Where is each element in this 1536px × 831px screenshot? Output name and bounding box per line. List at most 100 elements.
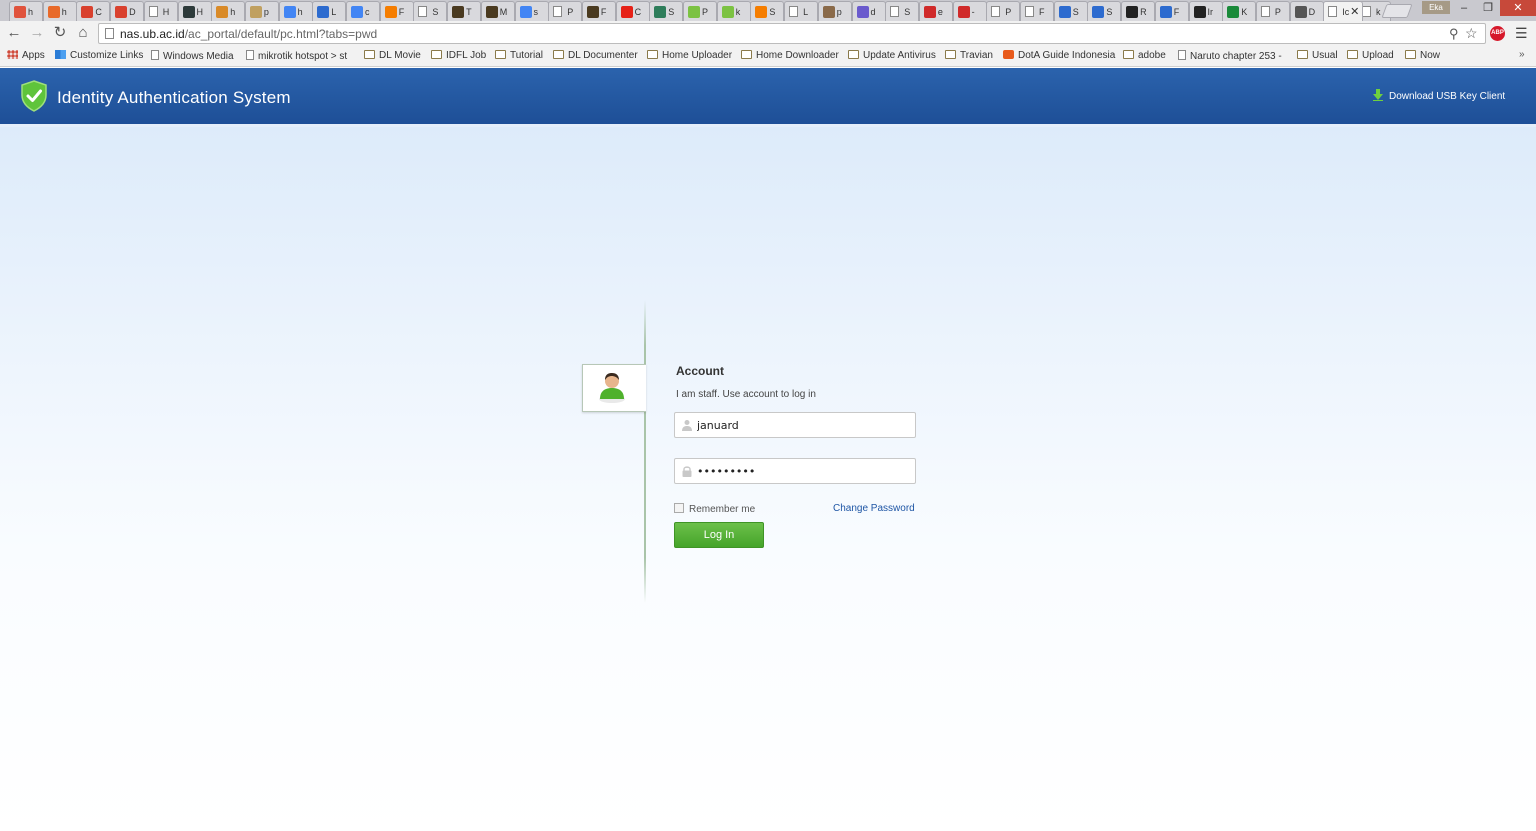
tab-favicon-icon <box>1294 6 1307 18</box>
browser-tab[interactable]: p <box>244 1 279 21</box>
tab-close-icon[interactable]: ✕ <box>1350 5 1359 18</box>
address-bar[interactable]: nas.ub.ac.id/ac_portal/default/pc.html?t… <box>98 23 1486 44</box>
remember-me-checkbox[interactable] <box>674 503 684 513</box>
browser-tab[interactable]: C <box>76 1 111 21</box>
browser-tab[interactable]: S <box>1087 1 1122 21</box>
pin-icon[interactable]: ⚲ <box>1449 26 1459 42</box>
bookmark-item[interactable]: DL Documenter <box>553 50 638 64</box>
tab-label: k <box>1376 7 1381 17</box>
bookmark-item[interactable]: Home Downloader <box>741 50 839 64</box>
tab-favicon-icon <box>553 6 563 17</box>
browser-tab[interactable]: s <box>514 1 549 21</box>
bookmark-item[interactable]: Windows Media <box>151 50 234 64</box>
new-tab-button[interactable] <box>1381 4 1413 18</box>
bookmark-label: Tutorial <box>510 50 543 61</box>
browser-tab[interactable]: S <box>649 1 684 21</box>
browser-tab[interactable]: Ir <box>1188 1 1223 21</box>
browser-tab[interactable]: p <box>817 1 852 21</box>
bookmark-item[interactable]: adobe <box>1123 50 1166 64</box>
browser-tab[interactable]: h <box>9 1 43 21</box>
bookmark-label: Home Uploader <box>662 50 733 61</box>
browser-tab[interactable]: P <box>683 1 717 21</box>
bookmark-label: DL Documenter <box>568 50 638 61</box>
browser-tab[interactable]: H <box>143 1 178 21</box>
browser-tab[interactable]: S <box>413 1 448 21</box>
back-arrow-icon[interactable]: ← <box>5 24 23 42</box>
login-button[interactable]: Log In <box>674 522 764 548</box>
window-close-icon[interactable]: ✕ <box>1500 0 1536 16</box>
bookmark-item[interactable]: DL Movie <box>364 50 421 64</box>
chrome-menu-icon[interactable]: ☰ <box>1515 25 1528 42</box>
reload-icon[interactable]: ↻ <box>51 24 69 42</box>
browser-tab[interactable]: h <box>278 1 313 21</box>
browser-tab[interactable]: F <box>581 1 616 21</box>
restore-icon[interactable]: ❐ <box>1476 0 1500 16</box>
change-password-link[interactable]: Change Password <box>833 503 915 514</box>
download-usb-key-link[interactable]: Download USB Key Client <box>1373 89 1505 103</box>
username-field[interactable] <box>674 412 916 438</box>
shield-check-icon <box>21 80 47 112</box>
browser-tab[interactable]: L <box>312 1 347 21</box>
bookmark-label: Now <box>1420 50 1441 61</box>
browser-tab[interactable]: h <box>211 1 246 21</box>
forward-arrow-icon[interactable]: → <box>28 24 46 42</box>
bookmark-item[interactable]: Usual <box>1297 50 1338 64</box>
password-field[interactable] <box>674 458 916 484</box>
browser-tab[interactable]: h <box>42 1 77 21</box>
minimize-icon[interactable]: – <box>1452 0 1476 16</box>
bookmark-item[interactable]: Apps <box>7 50 45 64</box>
browser-tab[interactable]: L <box>784 1 819 21</box>
bookmark-item[interactable]: Update Antivirus <box>848 50 936 64</box>
browser-tab[interactable]: R <box>1121 1 1156 21</box>
bookmark-item[interactable]: Upload <box>1347 50 1394 64</box>
bookmark-item[interactable]: DotA Guide Indonesia <box>1003 50 1115 64</box>
browser-tab[interactable]: M <box>480 1 515 21</box>
tab-favicon-icon <box>47 6 60 18</box>
browser-tab[interactable]: P <box>986 1 1021 21</box>
browser-tab[interactable]: D <box>1289 1 1324 21</box>
username-input[interactable] <box>697 416 911 434</box>
browser-tab[interactable]: K <box>1222 1 1257 21</box>
browser-tab[interactable]: Ic ✕ <box>1323 1 1364 21</box>
bookmark-item[interactable]: mikrotik hotspot > st <box>246 50 347 64</box>
browser-tab[interactable]: T <box>447 1 482 21</box>
home-icon[interactable]: ⌂ <box>74 24 92 42</box>
bookmark-item[interactable]: Customize Links <box>55 50 143 64</box>
profile-button[interactable]: Eka <box>1422 1 1450 14</box>
tab-label: D <box>129 7 136 17</box>
browser-tab[interactable]: - <box>952 1 987 21</box>
browser-tab[interactable]: S <box>750 1 785 21</box>
browser-tab[interactable]: S <box>1053 1 1088 21</box>
adblock-icon[interactable]: ABP <box>1490 26 1505 41</box>
tab-label: S <box>668 7 675 17</box>
bookmark-item[interactable]: Home Uploader <box>647 50 732 64</box>
browser-tab[interactable]: F <box>1020 1 1054 21</box>
browser-tab[interactable]: F <box>1154 1 1189 21</box>
browser-tab[interactable]: P <box>1255 1 1290 21</box>
address-url[interactable]: nas.ub.ac.id/ac_portal/default/pc.html?t… <box>120 27 377 41</box>
bookmark-item[interactable]: IDFL Job <box>431 50 486 64</box>
account-description: I am staff. Use account to log in <box>676 389 816 400</box>
remember-me[interactable]: Remember me <box>674 503 755 517</box>
browser-tab[interactable]: c <box>346 1 380 21</box>
browser-tab[interactable]: P <box>548 1 583 21</box>
tab-favicon-icon <box>249 6 262 18</box>
bookmark-star-icon[interactable]: ☆ <box>1465 25 1478 42</box>
bookmark-item[interactable]: Now <box>1405 50 1440 64</box>
tab-favicon-icon <box>519 6 532 18</box>
bookmark-label: DL Movie <box>379 50 421 61</box>
browser-tab[interactable]: F <box>379 1 414 21</box>
browser-tab[interactable]: S <box>885 1 920 21</box>
browser-tab[interactable]: d <box>851 1 886 21</box>
bookmark-item[interactable]: Naruto chapter 253 - <box>1178 50 1282 64</box>
bookmark-item[interactable]: Travian <box>945 50 993 64</box>
password-input[interactable] <box>697 462 911 480</box>
browser-tab[interactable]: e <box>918 1 953 21</box>
browser-tab[interactable]: D <box>110 1 145 21</box>
browser-tab[interactable]: H <box>177 1 212 21</box>
bookmark-item[interactable]: Tutorial <box>495 50 543 64</box>
browser-tab[interactable]: k <box>716 1 751 21</box>
browser-tab[interactable]: C <box>615 1 650 21</box>
tab-label: K <box>1241 7 1248 17</box>
bookmarks-overflow-icon[interactable]: » <box>1519 49 1525 60</box>
